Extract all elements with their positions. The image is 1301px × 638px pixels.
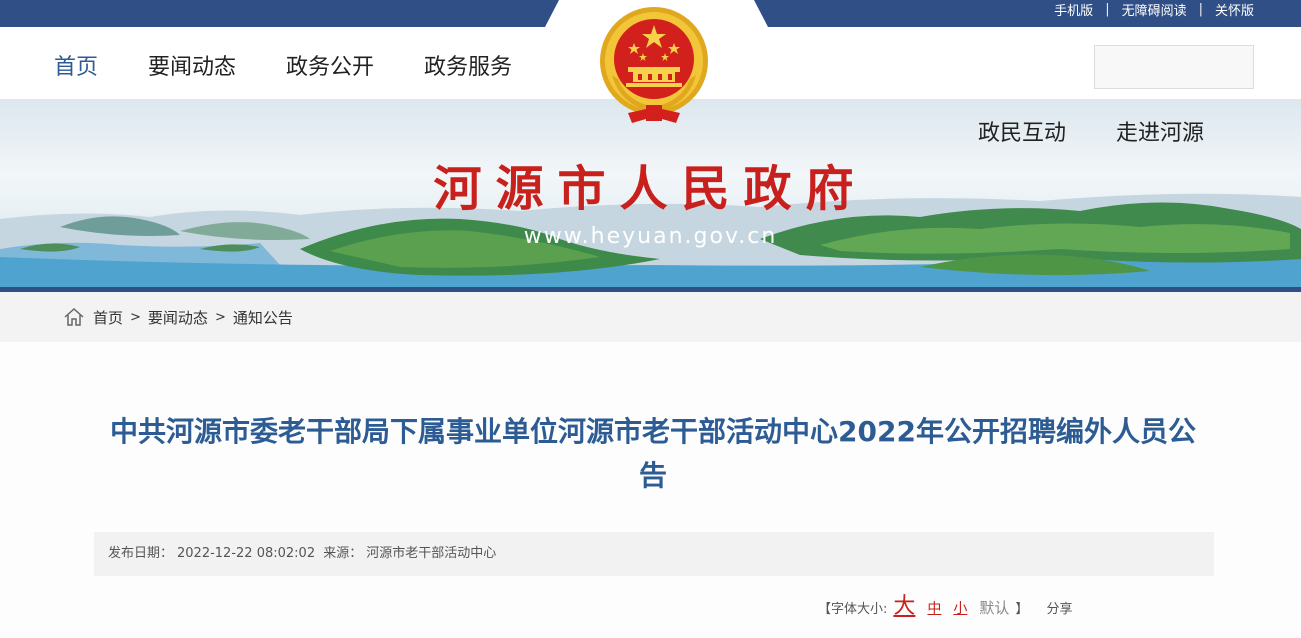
breadcrumb-bar: 首页 > 要闻动态 > 通知公告 — [0, 292, 1301, 342]
font-size-close: 】 — [1015, 602, 1029, 617]
main-nav: 首页 要闻动态 政务公开 政务服务 — [54, 54, 562, 82]
nav-interaction[interactable]: 政民互动 — [978, 115, 1066, 147]
font-size-small-button[interactable]: 小 — [953, 598, 967, 618]
breadcrumb-separator: > — [130, 309, 141, 325]
top-strip-left — [0, 0, 559, 27]
care-version-link[interactable]: 关怀版 — [1215, 0, 1254, 19]
top-links: 手机版 | 无障碍阅读 | 关怀版 — [1054, 0, 1254, 19]
divider: | — [1198, 1, 1203, 17]
banner: 政民互动 走进河源 河源市人民政府 www.heyuan.gov.cn — [0, 99, 1301, 287]
article-title: 中共河源市委老干部局下属事业单位河源市老干部活动中心2022年公开招聘编外人员公… — [110, 415, 1196, 492]
font-size-default-button[interactable]: 默认 — [979, 597, 1009, 618]
breadcrumb: 首页 > 要闻动态 > 通知公告 — [63, 306, 293, 328]
article-area: 中共河源市委老干部局下属事业单位河源市老干部活动中心2022年公开招聘编外人员公… — [0, 342, 1301, 638]
font-size-controls: 【字体大小: 大 中 小 默认 】 分享 — [818, 588, 1072, 620]
breadcrumb-news[interactable]: 要闻动态 — [148, 307, 208, 328]
date-label: 发布日期： — [108, 546, 174, 561]
nav-gov-open[interactable]: 政务公开 — [286, 54, 374, 82]
divider: | — [1105, 1, 1110, 17]
font-size-label: 【字体大小: — [818, 602, 888, 617]
publish-date: 2022-12-22 08:02:02 — [177, 546, 316, 561]
breadcrumb-separator: > — [214, 309, 226, 325]
site-title: 河源市人民政府 — [433, 161, 868, 217]
article-meta: 发布日期： 2022-12-22 08:02:02 来源： 河源市老干部活动中心 — [94, 532, 1214, 576]
nav-about-heyuan[interactable]: 走进河源 — [1116, 115, 1204, 147]
font-size-large-button[interactable]: 大 — [893, 588, 915, 620]
breadcrumb-home[interactable]: 首页 — [93, 307, 123, 328]
article-source: 河源市老干部活动中心 — [366, 546, 497, 561]
national-emblem-icon — [600, 7, 708, 123]
home-icon — [64, 307, 84, 326]
site-url: www.heyuan.gov.cn — [523, 224, 778, 249]
nav-home[interactable]: 首页 — [54, 54, 98, 82]
accessible-reading-link[interactable]: 无障碍阅读 — [1122, 0, 1187, 19]
banner-nav: 政民互动 走进河源 — [978, 115, 1254, 147]
nav-gov-service[interactable]: 政务服务 — [424, 54, 512, 82]
breadcrumb-notices[interactable]: 通知公告 — [233, 307, 293, 328]
nav-news[interactable]: 要闻动态 — [148, 54, 236, 82]
font-size-medium-button[interactable]: 中 — [927, 598, 941, 618]
mobile-version-link[interactable]: 手机版 — [1054, 0, 1093, 19]
search-input[interactable] — [1094, 45, 1254, 89]
share-button[interactable]: 分享 — [1046, 598, 1072, 617]
source-label: 来源： — [323, 546, 363, 561]
